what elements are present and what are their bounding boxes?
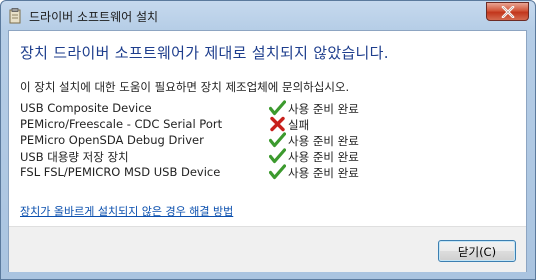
dialog-content: 장치 드라이버 소프트웨어가 제대로 설치되지 않았습니다. 이 장치 설치에 … [8, 30, 527, 272]
check-icon [269, 164, 286, 180]
instruction-subtext: 이 장치 설치에 대한 도움이 필요하면 장치 제조업체에 문의하십시오. [20, 80, 350, 94]
device-name: PEMicro/Freescale - CDC Serial Port [20, 117, 223, 131]
list-item: USB 대용량 저장 장치 사용 준비 완료 [20, 148, 440, 165]
device-name: USB Composite Device [20, 101, 152, 115]
status-text: 실패 [288, 118, 310, 132]
status-text: 사용 준비 완료 [288, 150, 359, 164]
installer-icon [9, 8, 22, 24]
status-text: 사용 준비 완료 [288, 166, 359, 180]
device-name: USB 대용량 저장 장치 [20, 150, 129, 164]
status-text: 사용 준비 완료 [288, 102, 359, 116]
troubleshoot-link[interactable]: 장치가 올바르게 설치되지 않은 경우 해결 방법 [20, 203, 233, 219]
device-list: USB Composite Device 사용 준비 완료 PEMicro/Fr… [20, 100, 440, 181]
window-title: 드라이버 소프트웨어 설치 [29, 10, 159, 24]
list-item: FSL FSL/PEMICRO MSD USB Device 사용 준비 완료 [20, 164, 440, 181]
check-icon [269, 132, 286, 148]
check-icon [269, 100, 286, 116]
status-text: 사용 준비 완료 [288, 134, 359, 148]
close-icon [501, 6, 515, 18]
device-name: PEMicro OpenSDA Debug Driver [20, 133, 204, 147]
main-instruction: 장치 드라이버 소프트웨어가 제대로 설치되지 않았습니다. [20, 44, 389, 62]
list-item: PEMicro OpenSDA Debug Driver 사용 준비 완료 [20, 132, 440, 149]
installer-window: 드라이버 소프트웨어 설치 장치 드라이버 소프트웨어가 제대로 설치되지 않았… [0, 0, 536, 280]
x-icon [270, 116, 285, 132]
close-button[interactable]: 닫기(C) [438, 240, 516, 262]
dialog-footer: 닫기(C) [9, 226, 526, 272]
check-icon [269, 148, 286, 164]
list-item: USB Composite Device 사용 준비 완료 [20, 100, 440, 117]
window-close-button[interactable] [486, 2, 529, 21]
list-item: PEMicro/Freescale - CDC Serial Port 실패 [20, 116, 440, 133]
device-name: FSL FSL/PEMICRO MSD USB Device [20, 165, 221, 179]
title-bar: 드라이버 소프트웨어 설치 [1, 1, 535, 31]
